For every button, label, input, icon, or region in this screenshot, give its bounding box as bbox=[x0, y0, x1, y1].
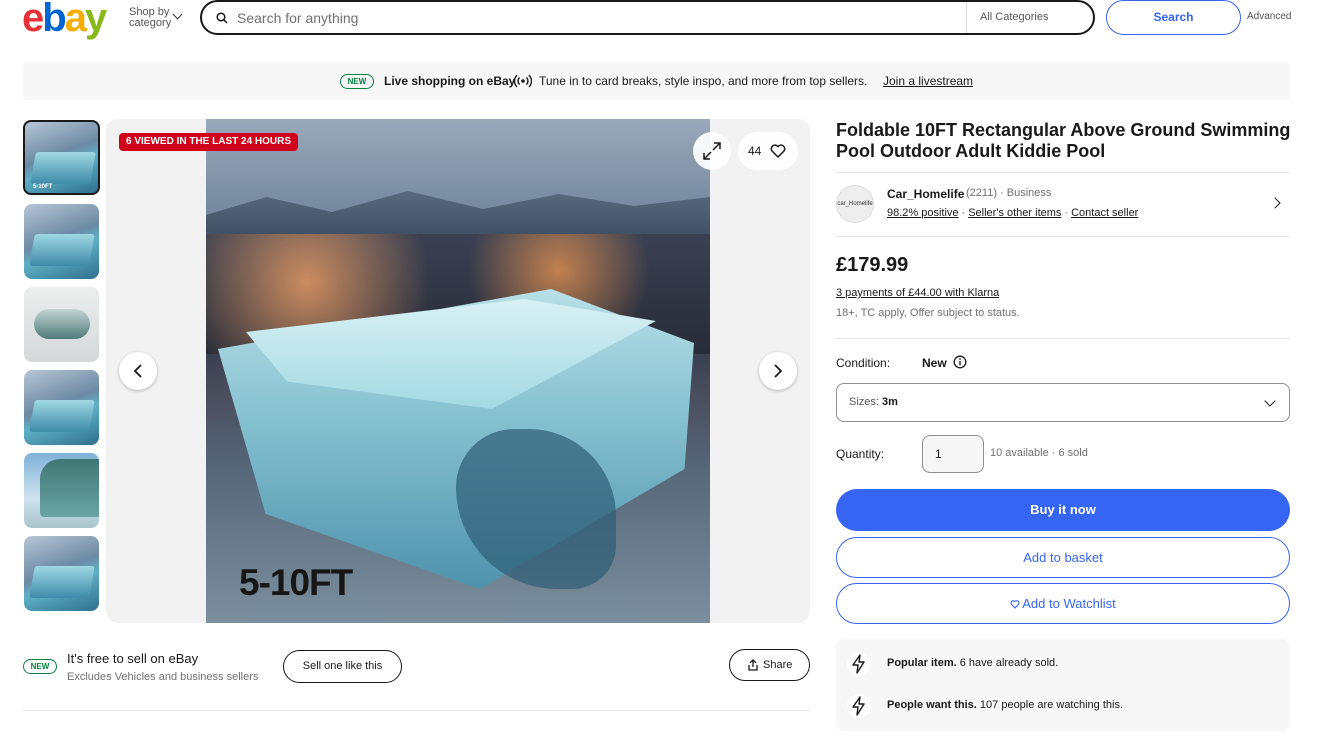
thumbnail-2[interactable] bbox=[24, 204, 99, 279]
contact-seller-link[interactable]: Contact seller bbox=[1071, 207, 1138, 219]
search-bar: All Categories bbox=[200, 0, 1095, 35]
seller-name[interactable]: Car_Homelife bbox=[887, 187, 964, 201]
add-to-watchlist-button[interactable]: Add to Watchlist bbox=[836, 583, 1290, 624]
klarna-note: 18+, TC apply, Offer subject to status. bbox=[836, 307, 1020, 319]
size-select[interactable]: Sizes: 3m bbox=[836, 383, 1290, 422]
signal-text: 6 have already sold. bbox=[959, 657, 1059, 669]
thumbnail-3[interactable] bbox=[24, 287, 99, 362]
share-icon bbox=[748, 659, 758, 671]
banner-text: Tune in to card breaks, style inspo, and… bbox=[539, 74, 868, 88]
divider bbox=[23, 710, 810, 711]
chevron-down-icon bbox=[172, 9, 183, 20]
share-label: Share bbox=[763, 659, 793, 671]
divider bbox=[836, 172, 1290, 173]
thumbnail-5[interactable] bbox=[24, 453, 99, 528]
new-badge: NEW bbox=[23, 659, 57, 674]
signal-title: People want this. bbox=[887, 699, 977, 711]
quantity-input[interactable] bbox=[922, 435, 984, 473]
seller-avatar[interactable]: car_Homelife bbox=[836, 185, 874, 223]
sell-one-like-this-button[interactable]: Sell one like this bbox=[283, 650, 402, 683]
advanced-search-link[interactable]: Advanced bbox=[1247, 11, 1291, 22]
chevron-right-icon[interactable] bbox=[1269, 197, 1281, 209]
category-label: category bbox=[129, 17, 172, 29]
add-to-basket-button[interactable]: Add to basket bbox=[836, 537, 1290, 578]
thumbnail-6[interactable] bbox=[24, 536, 99, 611]
klarna-payment-link[interactable]: 3 payments of £44.00 with Klarna bbox=[836, 287, 999, 299]
image-caption: 5-10FT bbox=[239, 562, 353, 603]
previous-image-button[interactable] bbox=[119, 352, 157, 390]
info-icon[interactable] bbox=[953, 355, 967, 369]
watchlist-label: Add to Watchlist bbox=[1022, 596, 1116, 611]
heart-icon bbox=[1010, 600, 1020, 609]
main-image-viewer[interactable]: 5-10FT 6 VIEWED IN THE LAST 24 HOURS 44 bbox=[106, 119, 810, 623]
category-select[interactable]: All Categories bbox=[966, 2, 1095, 33]
site-header: ebay Shop by category All Categories Sea… bbox=[0, 0, 1320, 40]
seller-positive-link[interactable]: 98.2% positive bbox=[887, 207, 959, 219]
sell-promo-subtitle: Excludes Vehicles and business sellers bbox=[67, 671, 259, 683]
search-input[interactable] bbox=[237, 9, 937, 27]
signal-text: 107 people are watching this. bbox=[979, 699, 1124, 711]
availability-text: 10 available · 6 sold bbox=[990, 447, 1088, 459]
lightning-icon bbox=[847, 652, 871, 676]
ebay-logo[interactable]: ebay bbox=[22, 0, 107, 41]
quantity-label: Quantity: bbox=[836, 447, 885, 461]
join-livestream-link[interactable]: Join a livestream bbox=[883, 74, 973, 88]
item-signals: Popular item. 6 have already sold. Peopl… bbox=[836, 639, 1290, 731]
seller-other-items-link[interactable]: Seller's other items bbox=[968, 207, 1061, 219]
buy-it-now-button[interactable]: Buy it now bbox=[836, 489, 1290, 531]
heart-icon bbox=[770, 144, 786, 158]
signal-title: Popular item. bbox=[887, 657, 957, 669]
thumbnail-1[interactable]: 5-10FT bbox=[23, 120, 100, 195]
expand-image-button[interactable] bbox=[693, 132, 731, 170]
signal-watching: People want this. 107 people are watchin… bbox=[836, 686, 1290, 726]
next-image-button[interactable] bbox=[759, 352, 797, 390]
new-badge: NEW bbox=[340, 74, 374, 89]
seller-feedback-count: (2211) · Business bbox=[966, 187, 1052, 199]
seller-links: 98.2% positive · Seller's other items · Cont… bbox=[887, 207, 1139, 219]
chevron-down-icon bbox=[1264, 395, 1276, 407]
item-title: Foldable 10FT Rectangular Above Ground S… bbox=[836, 120, 1291, 161]
condition-value: New bbox=[922, 356, 947, 370]
chevron-left-icon bbox=[133, 364, 142, 378]
divider bbox=[836, 338, 1290, 339]
product-image[interactable]: 5-10FT bbox=[206, 119, 710, 623]
viewed-count-badge: 6 VIEWED IN THE LAST 24 HOURS bbox=[119, 133, 299, 151]
item-price: £179.99 bbox=[836, 254, 909, 276]
share-button[interactable]: Share bbox=[729, 649, 810, 681]
divider bbox=[836, 236, 1290, 237]
chevron-right-icon bbox=[774, 364, 783, 378]
signal-popular: Popular item. 6 have already sold. bbox=[836, 644, 1290, 684]
banner-title: Live shopping on eBay bbox=[384, 74, 516, 88]
live-broadcast-icon bbox=[514, 74, 532, 88]
thumbnail-4[interactable] bbox=[24, 370, 99, 445]
live-shopping-banner: NEW Live shopping on eBay Tune in to car… bbox=[23, 62, 1290, 100]
size-label: Sizes: bbox=[849, 396, 879, 408]
lightning-icon bbox=[847, 694, 871, 718]
sell-promo-title: It's free to sell on eBay bbox=[67, 651, 199, 666]
shop-by-category-button[interactable]: Shop by category bbox=[129, 7, 171, 29]
watch-button[interactable]: 44 bbox=[738, 132, 798, 170]
watch-count: 44 bbox=[748, 144, 762, 158]
condition-label: Condition: bbox=[836, 356, 891, 370]
expand-icon bbox=[703, 142, 721, 160]
search-button[interactable]: Search bbox=[1106, 0, 1241, 35]
search-icon bbox=[216, 12, 228, 24]
size-value: 3m bbox=[882, 396, 898, 408]
